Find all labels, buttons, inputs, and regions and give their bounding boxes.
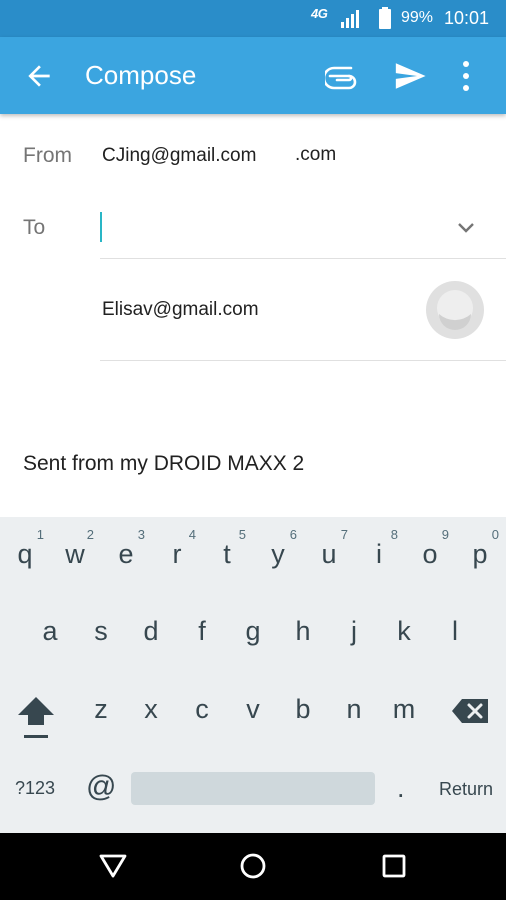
battery-percent: 99% [401,9,434,26]
page-title: Compose [85,60,197,90]
more-vert-icon[interactable] [455,59,477,93]
text-cursor [100,212,102,242]
home-circle-icon[interactable] [239,852,267,880]
key-n[interactable]: n [329,672,379,746]
backspace-icon[interactable] [450,697,490,725]
key-w[interactable]: 2w [50,517,100,591]
network-indicator: 4G [311,6,328,21]
avatar-icon [426,281,484,339]
key-a[interactable]: a [25,594,75,668]
key-u[interactable]: 7u [304,517,354,591]
key-l[interactable]: l [430,594,480,668]
key-j[interactable]: j [329,594,379,668]
shift-icon[interactable] [14,691,58,741]
symbols-key[interactable]: ?123 [15,778,55,799]
to-label: To [23,216,46,239]
key-x[interactable]: x [126,672,176,746]
status-bar: 4G 99% 10:01 [0,0,506,37]
from-suffix: .com [295,144,337,165]
recipient-suggestion[interactable]: Elisav@gmail.com [102,299,259,321]
key-t[interactable]: 5t [202,517,252,591]
signal-icon [341,10,359,28]
divider [100,360,506,361]
key-g[interactable]: g [228,594,278,668]
from-label: From [23,144,72,167]
key-i[interactable]: 8i [354,517,404,591]
key-y[interactable]: 6y [253,517,303,591]
key-f[interactable]: f [177,594,227,668]
email-signature[interactable]: Sent from my DROID MAXX 2 [23,452,304,476]
arrow-back-icon[interactable] [23,60,55,92]
key-s[interactable]: s [76,594,126,668]
key-v[interactable]: v [228,672,278,746]
chevron-down-icon[interactable] [454,216,478,240]
key-h[interactable]: h [278,594,328,668]
to-field[interactable] [100,207,450,245]
key-b[interactable]: b [278,672,328,746]
battery-icon [379,7,391,29]
keyboard: 1q 2w 3e 4r 5t 6y 7u 8i 9o 0p a s d f g … [0,517,506,833]
app-bar: Compose [0,37,506,114]
send-icon[interactable] [393,59,427,93]
return-key[interactable]: Return [439,779,493,800]
key-c[interactable]: c [177,672,227,746]
key-p[interactable]: 0p [455,517,505,591]
key-m[interactable]: m [379,672,429,746]
key-d[interactable]: d [126,594,176,668]
key-k[interactable]: k [379,594,429,668]
navigation-bar [0,833,506,900]
recents-square-icon[interactable] [381,853,407,879]
space-bar[interactable] [131,772,375,805]
back-triangle-icon[interactable] [98,852,128,880]
at-key[interactable]: @ [86,770,116,804]
paperclip-icon[interactable] [325,61,359,91]
key-r[interactable]: 4r [152,517,202,591]
key-q[interactable]: 1q [0,517,50,591]
period-key[interactable]: . [397,773,405,804]
clock: 10:01 [444,8,490,28]
from-account[interactable]: CJing@gmail.com [102,145,256,167]
key-o[interactable]: 9o [405,517,455,591]
key-z[interactable]: z [76,672,126,746]
divider [100,258,506,259]
key-e[interactable]: 3e [101,517,151,591]
